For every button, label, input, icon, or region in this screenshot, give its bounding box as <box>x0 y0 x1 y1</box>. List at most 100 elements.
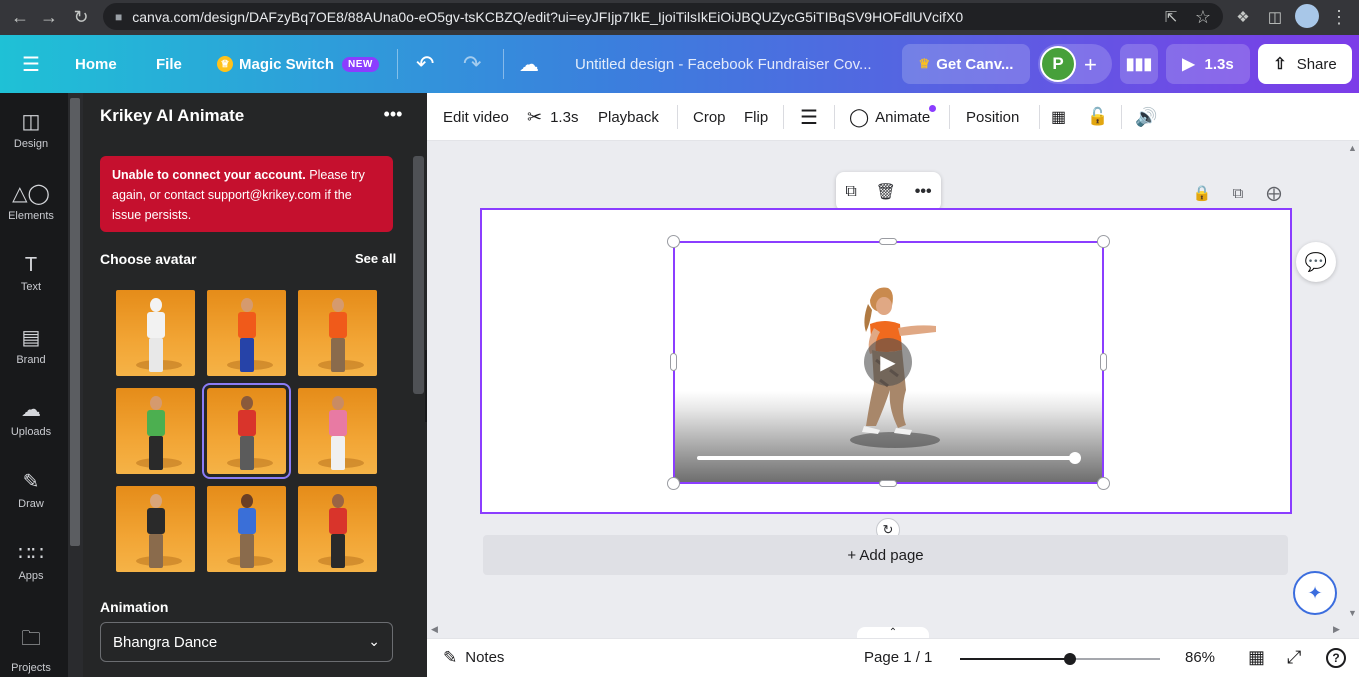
panel-scrollbar-thumb[interactable] <box>413 156 424 394</box>
rail-item-uploads[interactable]: ☁ Uploads <box>0 385 62 449</box>
rail-scrollbar-thumb[interactable] <box>70 98 80 546</box>
avatar-pants <box>149 534 163 568</box>
resize-handle-bottom[interactable] <box>879 480 897 487</box>
playback-button[interactable]: Playback <box>598 93 659 141</box>
add-comment-icon[interactable]: 💬 <box>1296 242 1336 282</box>
avatar-option[interactable] <box>298 486 377 572</box>
left-rail: ◫ Design △◯ Elements T Text ▤ Brand ☁ Up… <box>0 93 68 677</box>
avatar-pants <box>240 338 254 372</box>
add-collaborator-icon[interactable]: + <box>1084 52 1097 78</box>
avatar-option[interactable] <box>116 486 195 572</box>
avatar-pants <box>149 436 163 470</box>
forward-icon[interactable]: → <box>38 6 60 28</box>
menu-icon[interactable]: ☰ <box>22 35 40 93</box>
resize-handle-bottom-right[interactable] <box>1097 477 1110 490</box>
magic-switch-button[interactable]: ♕ Magic Switch NEW <box>217 35 379 93</box>
video-progress-knob[interactable] <box>1069 452 1081 464</box>
share-page-icon[interactable]: ⇱ <box>1160 6 1182 28</box>
share-button[interactable]: ⇧ Share <box>1258 44 1352 84</box>
avatar-option[interactable] <box>202 383 291 479</box>
file-menu[interactable]: File <box>156 35 182 93</box>
undo-icon[interactable]: ↶ <box>416 35 434 93</box>
redo-icon[interactable]: ↷ <box>463 35 481 93</box>
animate-button[interactable]: ◯ Animate <box>849 93 930 141</box>
avatar-option[interactable] <box>207 290 286 376</box>
volume-icon[interactable]: 🔊 <box>1135 93 1157 141</box>
new-badge: NEW <box>342 56 379 72</box>
sidebar-icon[interactable]: ◫ <box>1264 6 1286 28</box>
rail-item-apps[interactable]: ∷∷ Apps <box>0 529 62 593</box>
avatar-option[interactable] <box>298 290 377 376</box>
home-link[interactable]: Home <box>75 35 117 93</box>
more-icon[interactable]: ••• <box>915 183 932 201</box>
border-style-icon[interactable]: ☰ <box>800 93 818 141</box>
resize-handle-top-right[interactable] <box>1097 235 1110 248</box>
zoom-level[interactable]: 86% <box>1185 638 1215 677</box>
transparency-icon[interactable]: ▦ <box>1051 93 1066 141</box>
resize-handle-top-left[interactable] <box>667 235 680 248</box>
fullscreen-icon[interactable]: ⤢ <box>1287 638 1301 677</box>
avatar-pants <box>331 338 345 372</box>
browser-menu-icon[interactable]: ⋮ <box>1328 6 1350 28</box>
help-icon[interactable]: ? <box>1326 648 1346 668</box>
lock-page-icon[interactable]: 🔒 <box>1192 183 1212 203</box>
position-button[interactable]: Position <box>966 93 1019 141</box>
see-all-link[interactable]: See all <box>355 251 396 266</box>
bookmark-star-icon[interactable]: ☆ <box>1192 6 1214 28</box>
zoom-slider-knob[interactable] <box>1064 653 1076 665</box>
rail-item-projects[interactable]: 🗀 Projects <box>0 617 62 677</box>
scroll-up-arrow-icon[interactable]: ▲ <box>1348 143 1357 153</box>
avatar-figure <box>237 298 257 374</box>
back-icon[interactable]: ← <box>9 6 31 28</box>
duplicate-page-icon[interactable]: ⧉ <box>1228 183 1248 203</box>
flip-button[interactable]: Flip <box>744 93 768 141</box>
profile-avatar[interactable] <box>1295 4 1319 28</box>
animation-select[interactable]: Bhangra Dance ⌄ <box>100 622 393 662</box>
rail-item-elements[interactable]: △◯ Elements <box>0 169 62 233</box>
canvas-vertical-scrollbar[interactable] <box>1346 141 1359 638</box>
add-page-button[interactable]: + Add page <box>483 535 1288 575</box>
cloud-sync-icon[interactable]: ☁ <box>519 35 539 93</box>
more-options-icon[interactable]: ••• <box>380 101 406 127</box>
rail-item-draw[interactable]: ✎ Draw <box>0 457 62 521</box>
notes-button[interactable]: ✎ Notes <box>443 638 504 677</box>
resize-handle-right[interactable] <box>1100 353 1107 371</box>
document-title[interactable]: Untitled design - Facebook Fundraiser Co… <box>575 35 872 93</box>
trim-button[interactable]: ✂ 1.3s <box>527 93 578 141</box>
extensions-icon[interactable]: ❖ <box>1232 6 1254 28</box>
avatar-pants <box>331 436 345 470</box>
address-bar[interactable]: ■ canva.com/design/DAFzyBq7OE8/88AUna0o-… <box>103 3 1223 30</box>
present-button[interactable]: ▶ 1.3s <box>1166 44 1250 84</box>
avatar-option[interactable] <box>116 388 195 474</box>
scroll-left-arrow-icon[interactable]: ◀ <box>431 624 438 635</box>
edit-video-button[interactable]: Edit video <box>443 93 509 141</box>
insights-button[interactable]: ▮▮▮ <box>1120 44 1158 84</box>
scroll-down-arrow-icon[interactable]: ▼ <box>1348 608 1357 618</box>
user-avatar[interactable]: P <box>1040 46 1076 82</box>
avatar-head <box>150 494 162 508</box>
avatar-head <box>241 494 253 508</box>
duplicate-icon[interactable]: ⧉ <box>845 183 856 201</box>
magic-assistant-icon[interactable]: ✦ <box>1293 571 1337 615</box>
video-play-button[interactable]: ▶ <box>864 338 912 386</box>
rail-item-design[interactable]: ◫ Design <box>0 97 62 161</box>
scroll-right-arrow-icon[interactable]: ▶ <box>1333 624 1340 635</box>
grid-view-icon[interactable]: ▦ <box>1248 638 1265 677</box>
get-canva-pro-button[interactable]: ♕ Get Canv... <box>902 44 1030 84</box>
resize-handle-top[interactable] <box>879 238 897 245</box>
crop-button[interactable]: Crop <box>693 93 726 141</box>
resize-handle-left[interactable] <box>670 353 677 371</box>
page-indicator[interactable]: Page 1 / 1 <box>864 638 932 677</box>
lock-icon[interactable]: 🔓 <box>1087 93 1108 141</box>
video-progress-bar[interactable] <box>697 456 1075 460</box>
avatar-head <box>332 494 344 508</box>
trash-icon[interactable]: 🗑 <box>876 182 896 202</box>
reload-icon[interactable]: ↻ <box>70 6 92 28</box>
avatar-option[interactable] <box>116 290 195 376</box>
avatar-option[interactable] <box>298 388 377 474</box>
add-page-icon[interactable]: ⨁ <box>1264 183 1284 203</box>
rail-item-brand[interactable]: ▤ Brand <box>0 313 62 377</box>
avatar-option[interactable] <box>207 486 286 572</box>
resize-handle-bottom-left[interactable] <box>667 477 680 490</box>
rail-item-text[interactable]: T Text <box>0 241 62 305</box>
